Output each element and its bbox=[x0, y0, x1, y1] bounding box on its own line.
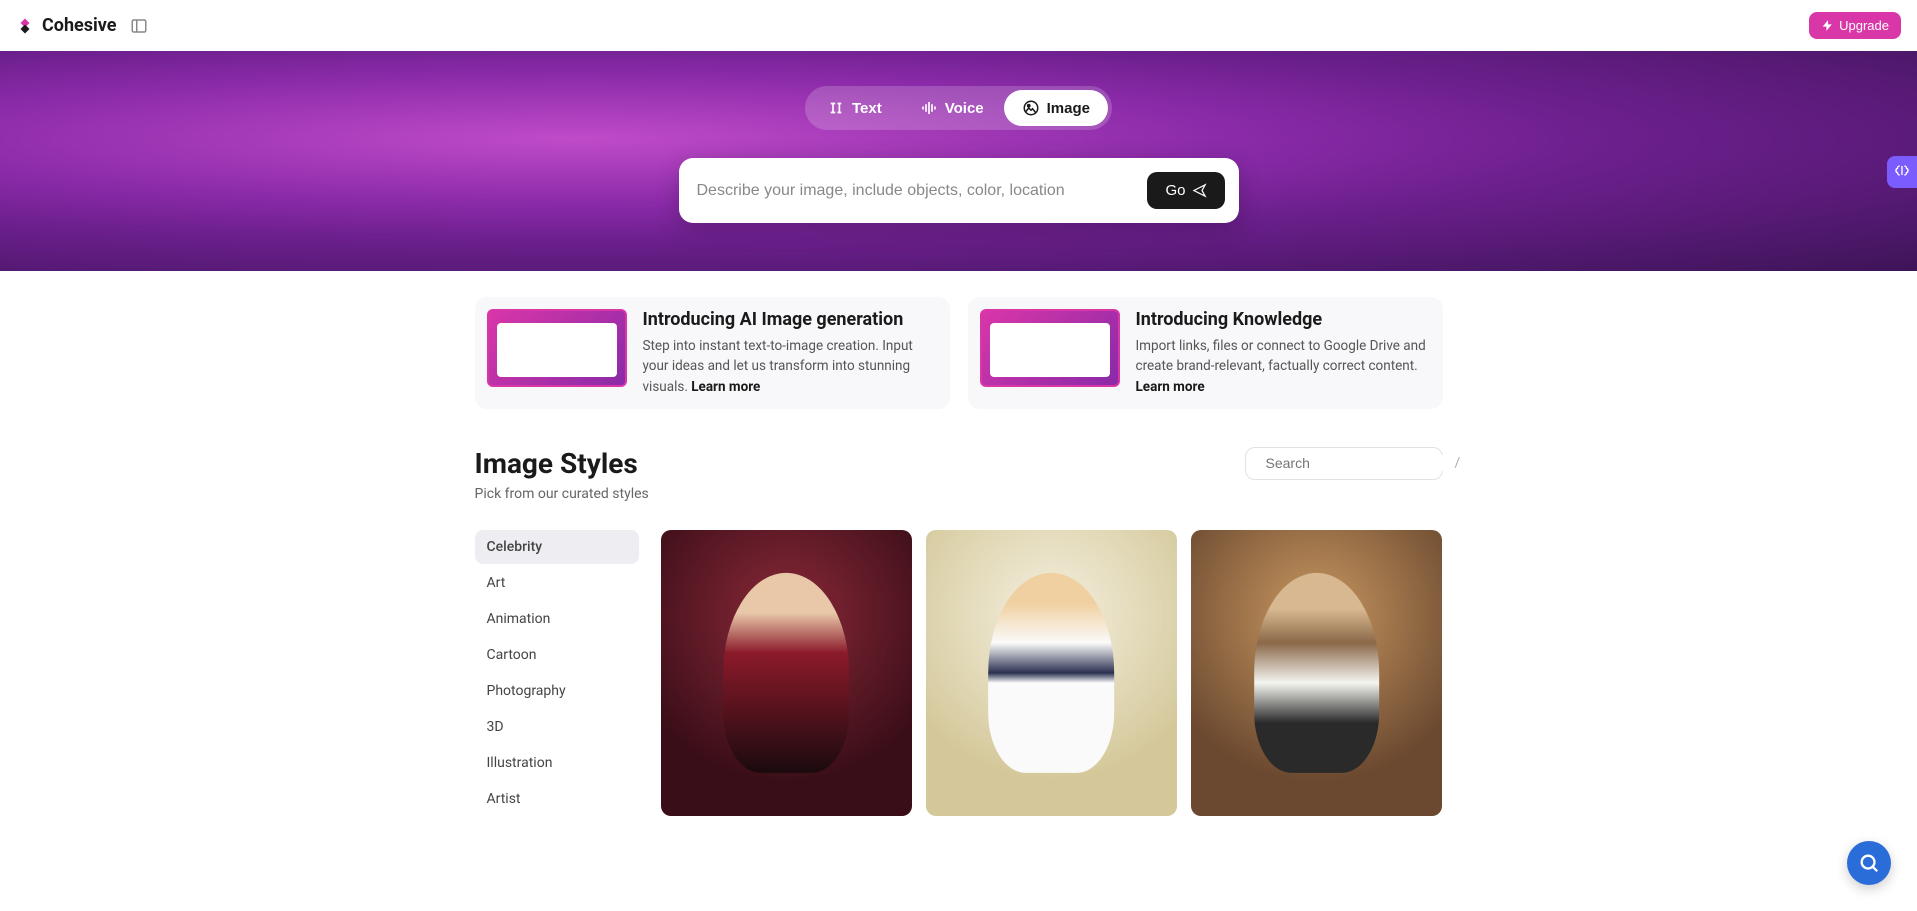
tab-voice-label: Voice bbox=[945, 100, 984, 117]
promo-card-image-gen[interactable]: Introducing AI Image generation Step int… bbox=[475, 297, 950, 409]
sidebar-toggle-icon[interactable] bbox=[130, 17, 148, 35]
styles-search-input[interactable] bbox=[1266, 455, 1447, 471]
go-label: Go bbox=[1165, 182, 1185, 199]
styles-header: Image Styles Pick from our curated style… bbox=[475, 447, 1443, 502]
brand-logo[interactable]: Cohesive bbox=[16, 15, 116, 36]
search-fab[interactable] bbox=[1847, 841, 1891, 885]
tab-text-label: Text bbox=[852, 100, 882, 117]
tab-text[interactable]: Text bbox=[809, 90, 900, 126]
go-button[interactable]: Go bbox=[1147, 172, 1224, 209]
promo-desc: Step into instant text-to-image creation… bbox=[643, 336, 938, 397]
brand-name: Cohesive bbox=[42, 15, 116, 36]
style-gallery bbox=[661, 530, 1443, 816]
promo-thumb-knowledge bbox=[980, 309, 1120, 387]
styles-body: Celebrity Art Animation Cartoon Photogra… bbox=[475, 530, 1443, 816]
category-3d[interactable]: 3D bbox=[475, 710, 639, 744]
promo-cards-row: Introducing AI Image generation Step int… bbox=[475, 297, 1443, 409]
style-thumbnail-3[interactable] bbox=[1191, 530, 1442, 816]
promo-thumb-image-gen bbox=[487, 309, 627, 387]
brain-icon bbox=[1893, 163, 1911, 181]
search-shortcut-hint: / bbox=[1455, 455, 1461, 471]
promo-title: Introducing AI Image generation bbox=[643, 309, 938, 330]
bolt-icon bbox=[1821, 19, 1834, 32]
category-celebrity[interactable]: Celebrity bbox=[475, 530, 639, 564]
upgrade-label: Upgrade bbox=[1839, 18, 1889, 33]
promo-card-knowledge[interactable]: Introducing Knowledge Import links, file… bbox=[968, 297, 1443, 409]
styles-heading: Image Styles bbox=[475, 447, 649, 480]
upgrade-button[interactable]: Upgrade bbox=[1809, 12, 1901, 39]
style-thumbnail-1[interactable] bbox=[661, 530, 912, 816]
category-photography[interactable]: Photography bbox=[475, 674, 639, 708]
mode-tabs: Text Voice Image bbox=[805, 86, 1112, 130]
tab-image[interactable]: Image bbox=[1004, 90, 1108, 126]
main-content: Introducing AI Image generation Step int… bbox=[459, 271, 1459, 856]
category-illustration[interactable]: Illustration bbox=[475, 746, 639, 780]
learn-more-link[interactable]: Learn more bbox=[691, 379, 760, 395]
styles-search-box[interactable]: / bbox=[1245, 447, 1443, 480]
category-cartoon[interactable]: Cartoon bbox=[475, 638, 639, 672]
promo-desc: Import links, files or connect to Google… bbox=[1136, 336, 1431, 397]
promo-text: Introducing AI Image generation Step int… bbox=[643, 309, 938, 397]
prompt-input[interactable] bbox=[693, 176, 1136, 206]
image-icon bbox=[1022, 99, 1040, 117]
tab-voice[interactable]: Voice bbox=[902, 90, 1002, 126]
search-icon bbox=[1858, 852, 1880, 874]
learn-more-link[interactable]: Learn more bbox=[1136, 379, 1205, 395]
category-art[interactable]: Art bbox=[475, 566, 639, 600]
category-list: Celebrity Art Animation Cartoon Photogra… bbox=[475, 530, 639, 816]
styles-subheading: Pick from our curated styles bbox=[475, 486, 649, 502]
header-left: Cohesive bbox=[16, 15, 148, 36]
cohesive-logo-icon bbox=[16, 17, 34, 35]
hero-section: Text Voice Image Go bbox=[0, 51, 1917, 271]
promo-title: Introducing Knowledge bbox=[1136, 309, 1431, 330]
category-animation[interactable]: Animation bbox=[475, 602, 639, 636]
text-cursor-icon bbox=[827, 99, 845, 117]
tab-image-label: Image bbox=[1047, 100, 1090, 117]
prompt-box: Go bbox=[679, 158, 1239, 223]
send-icon bbox=[1192, 183, 1207, 198]
waveform-icon bbox=[920, 99, 938, 117]
category-artist[interactable]: Artist bbox=[475, 782, 639, 816]
promo-text: Introducing Knowledge Import links, file… bbox=[1136, 309, 1431, 397]
app-header: Cohesive Upgrade bbox=[0, 0, 1917, 51]
styles-titles: Image Styles Pick from our curated style… bbox=[475, 447, 649, 502]
style-thumbnail-2[interactable] bbox=[926, 530, 1177, 816]
side-widget-button[interactable] bbox=[1887, 156, 1917, 188]
